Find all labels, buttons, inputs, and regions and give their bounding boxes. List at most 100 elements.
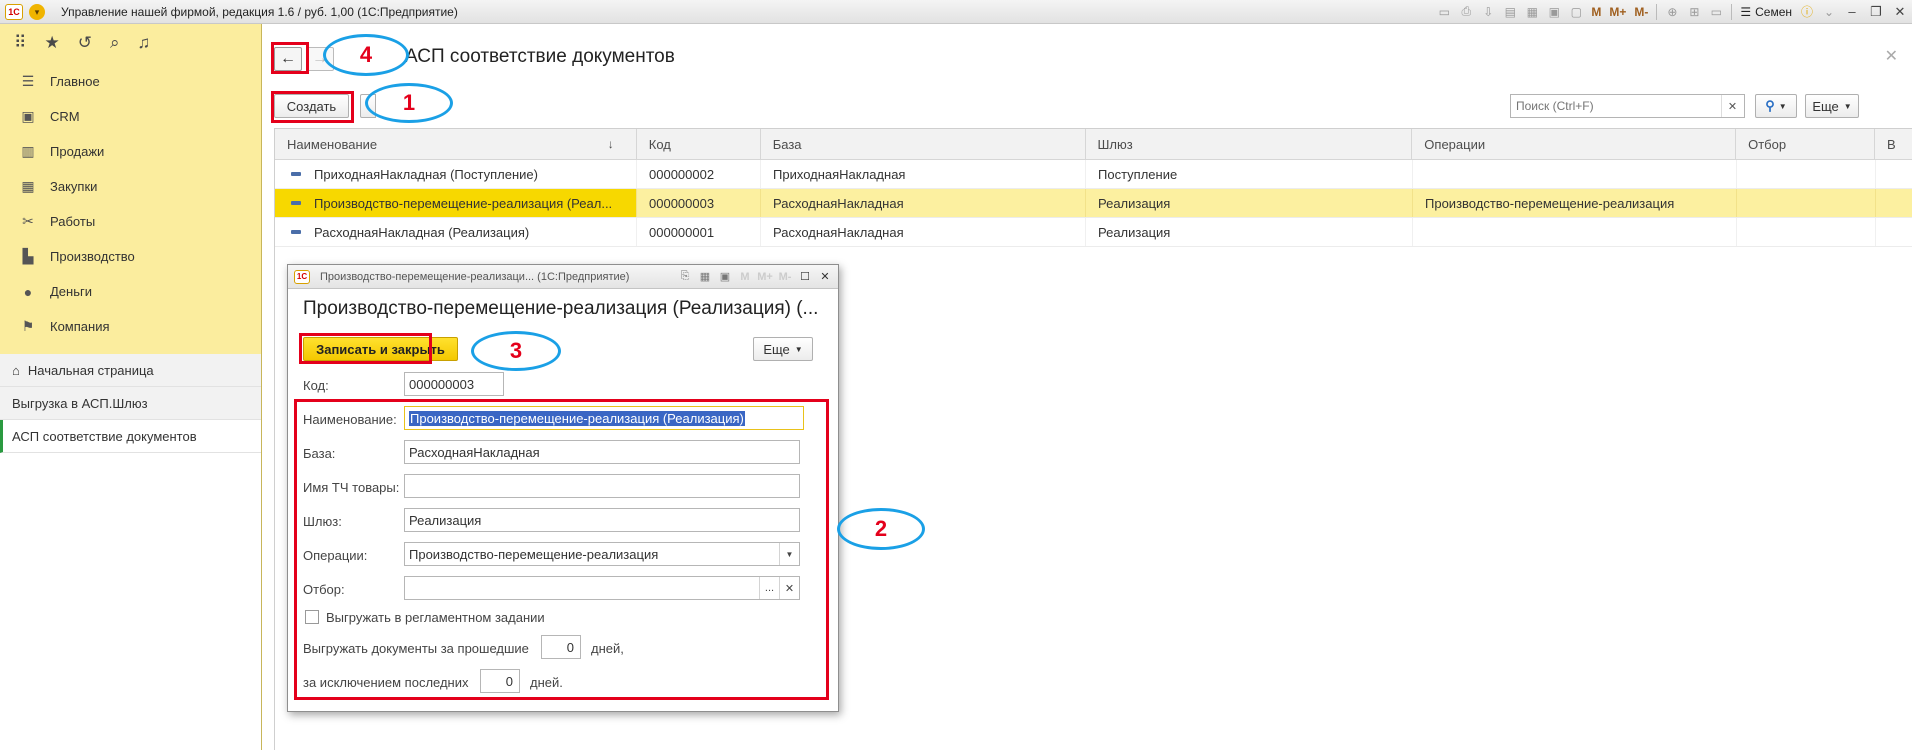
company-icon: ⚑ <box>21 318 35 334</box>
window-list-icon[interactable]: ▭ <box>1705 0 1727 24</box>
dialog-window-title: Производство-перемещение-реализаци... (1… <box>320 270 630 283</box>
calculator-icon[interactable]: ▦ <box>1521 0 1543 24</box>
sections-panel: ⠿ ★ ↺ ⌕ ♫ ☰ Главное ▣ CRM ▥ Продажи ▦ Закупк… <box>0 24 262 750</box>
catalog-item-icon <box>291 230 301 234</box>
info-icon[interactable]: ⓘ <box>1796 0 1818 24</box>
history-icon[interactable]: ↺ <box>78 33 92 53</box>
memory-mplus-button[interactable]: M+ <box>1605 5 1630 19</box>
annotation-ellipse-1: 1 <box>365 83 453 123</box>
sort-desc-icon: ↓ <box>607 137 614 151</box>
link-icon[interactable]: ⎘ <box>676 268 694 286</box>
link-icon[interactable]: ⊞ <box>1683 0 1705 24</box>
col-filter[interactable]: Отбор <box>1736 129 1876 159</box>
opened-home[interactable]: ⌂ Начальная страница <box>0 354 261 387</box>
copy-icon[interactable]: ▤ <box>1499 0 1521 24</box>
favorites-icon[interactable]: ★ <box>44 33 59 53</box>
chevron-down-icon: ▼ <box>794 344 803 354</box>
1c-logo-icon: 1С <box>5 3 23 20</box>
minimize-icon[interactable]: – <box>1840 4 1864 19</box>
search-box: ✕ <box>1510 94 1745 118</box>
section-production[interactable]: ▙ Производство <box>0 239 261 274</box>
dialog-heading: Производство-перемещение-реализация (Реа… <box>303 298 819 319</box>
annotation-box-create <box>271 91 354 123</box>
section-main[interactable]: ☰ Главное <box>0 64 261 99</box>
money-icon: ● <box>23 283 33 300</box>
notes-icon[interactable]: ▢ <box>1565 0 1587 24</box>
section-works[interactable]: ✂ Работы <box>0 204 261 239</box>
dialog-more-button[interactable]: Еще ▼ <box>753 337 813 361</box>
section-company[interactable]: ⚑ Компания <box>0 309 261 344</box>
maximize-icon[interactable]: ☐ <box>796 268 814 286</box>
opened-windows-panel: ⌂ Начальная страница Выгрузка в АСП.Шлюз … <box>0 354 261 750</box>
maximize-icon[interactable]: ❐ <box>1864 4 1888 20</box>
user-menu[interactable]: ☰ Семен <box>1736 5 1796 19</box>
memory-mplus-button[interactable]: M+ <box>756 268 774 286</box>
purchases-icon: ▦ <box>21 178 35 194</box>
top-icons-bar: ⠿ ★ ↺ ⌕ ♫ <box>0 24 261 62</box>
col-base[interactable]: База <box>761 129 1086 159</box>
search-icon: ⚲ <box>1765 98 1775 113</box>
sales-icon: ▥ <box>21 143 35 159</box>
search-options-button[interactable]: ⚲ ▼ <box>1755 94 1797 118</box>
memory-mminus-button[interactable]: M- <box>776 268 794 286</box>
annotation-box-back <box>271 42 309 74</box>
calendar-icon[interactable]: ▣ <box>1543 0 1565 24</box>
table-header: Наименование ↓ Код База Шлюз Операции Отб… <box>275 129 1912 160</box>
catalog-item-icon <box>291 201 301 205</box>
window-title: Управление нашей фирмой, редакция 1.6 / … <box>61 4 458 19</box>
user-name: Семен <box>1755 4 1792 19</box>
col-operations[interactable]: Операции <box>1412 129 1737 159</box>
home-icon: ⌂ <box>12 362 20 378</box>
production-icon: ▙ <box>22 248 34 264</box>
search-input[interactable] <box>1511 95 1721 117</box>
settings-chevron-icon[interactable]: ⌄ <box>1818 0 1840 24</box>
close-icon[interactable]: ✕ <box>816 268 834 286</box>
more-button[interactable]: Еще ▼ <box>1805 94 1859 118</box>
crm-icon: ▣ <box>21 108 35 124</box>
memory-m-button[interactable]: M <box>1587 5 1605 19</box>
col-gate[interactable]: Шлюз <box>1086 129 1413 159</box>
code-label: Код: <box>303 378 329 393</box>
table-row[interactable]: ПриходнаяНакладная (Поступление) 0000000… <box>275 160 1912 189</box>
section-crm[interactable]: ▣ CRM <box>0 99 261 134</box>
chevron-down-icon: ▼ <box>1778 101 1787 111</box>
works-icon: ✂ <box>22 213 34 229</box>
calculator-icon[interactable]: ▦ <box>696 268 714 286</box>
annotation-box-save <box>299 333 432 364</box>
close-window-icon[interactable]: ✕ <box>1888 4 1912 20</box>
clear-search-icon[interactable]: ✕ <box>1721 95 1743 117</box>
calendar-icon[interactable]: ▣ <box>716 268 734 286</box>
section-purchases[interactable]: ▦ Закупки <box>0 169 261 204</box>
memory-m-button[interactable]: M <box>736 268 754 286</box>
dialog-title-bar: 1С Производство-перемещение-реализаци...… <box>288 265 838 289</box>
section-sales[interactable]: ▥ Продажи <box>0 134 261 169</box>
table-row[interactable]: РасходнаяНакладная (Реализация) 00000000… <box>275 218 1912 247</box>
search-icon[interactable]: ⌕ <box>110 33 120 53</box>
main-menu-icon[interactable]: ▾ <box>29 3 45 20</box>
section-money[interactable]: ● Деньги <box>0 274 261 309</box>
close-form-icon[interactable]: ✕ <box>1885 46 1898 66</box>
table-row-selected[interactable]: Производство-перемещение-реализация (Реа… <box>275 189 1912 218</box>
save-icon[interactable]: ▭ <box>1433 0 1455 24</box>
attach-icon[interactable]: ⇩ <box>1477 0 1499 24</box>
opened-export[interactable]: Выгрузка в АСП.Шлюз <box>0 387 261 420</box>
app-title-bar: 1С ▾ Управление нашей фирмой, редакция 1… <box>0 0 1912 24</box>
catalog-item-icon <box>291 172 301 176</box>
code-field[interactable]: 000000003 <box>404 372 504 396</box>
zoom-icon[interactable]: ⊕ <box>1661 0 1683 24</box>
annotation-box-fields <box>294 399 829 700</box>
annotation-ellipse-3: 3 <box>471 331 561 371</box>
col-name[interactable]: Наименование ↓ <box>275 129 637 159</box>
opened-asp-docs[interactable]: АСП соответствие документов <box>0 420 261 453</box>
col-code[interactable]: Код <box>637 129 761 159</box>
page-title: АСП соответствие документов <box>405 46 675 67</box>
list-icon: ☰ <box>21 73 35 89</box>
annotation-ellipse-4: 4 <box>323 34 409 76</box>
notifications-icon[interactable]: ♫ <box>137 33 150 53</box>
memory-mminus-button[interactable]: M- <box>1630 5 1652 19</box>
col-more[interactable]: В <box>1875 129 1912 159</box>
all-functions-icon[interactable]: ⠿ <box>14 33 26 53</box>
user-icon: ☰ <box>1740 4 1752 19</box>
chevron-down-icon: ▼ <box>1843 101 1852 111</box>
print-icon[interactable]: ⎙ <box>1455 0 1477 24</box>
